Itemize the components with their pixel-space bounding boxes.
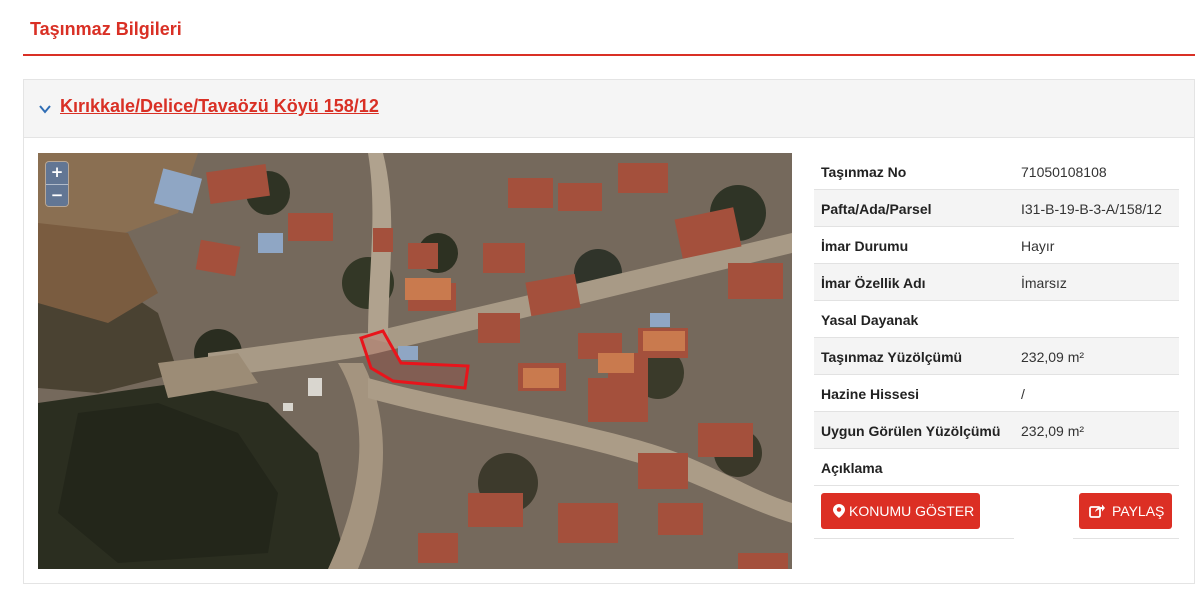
divider — [1073, 538, 1179, 539]
chevron-down-icon[interactable] — [38, 102, 52, 116]
map-marker-icon — [833, 504, 845, 518]
detail-row: Taşınmaz No 71050108108 — [814, 153, 1179, 190]
detail-row: Hazine Hissesi / — [814, 375, 1179, 412]
detail-value: İmarsız — [1021, 275, 1067, 291]
show-location-label: KONUMU GÖSTER — [849, 503, 975, 519]
detail-label: Açıklama — [821, 460, 883, 476]
section-title: Taşınmaz Bilgileri — [30, 19, 182, 39]
detail-label: Taşınmaz Yüzölçümü — [821, 349, 963, 365]
zoom-out-button[interactable]: − — [46, 184, 68, 206]
divider — [814, 538, 1014, 539]
detail-value: 232,09 m² — [1021, 423, 1085, 439]
detail-row: Açıklama — [814, 449, 1179, 486]
share-button[interactable]: PAYLAŞ — [1079, 493, 1172, 529]
detail-label: Pafta/Ada/Parsel — [821, 201, 932, 217]
parcel-details-table: Taşınmaz No 71050108108 Pafta/Ada/Parsel… — [814, 153, 1179, 486]
share-icon — [1089, 504, 1105, 518]
detail-value: 232,09 m² — [1021, 349, 1085, 365]
detail-value: I31-B-19-B-3-A/158/12 — [1021, 201, 1162, 217]
detail-label: Uygun Görülen Yüzölçümü — [821, 423, 1001, 439]
detail-label: Hazine Hissesi — [821, 386, 920, 402]
map-imagery — [38, 153, 792, 569]
section-header: Taşınmaz Bilgileri — [23, 0, 1195, 56]
zoom-in-button[interactable]: + — [46, 162, 68, 184]
detail-label: Yasal Dayanak — [821, 312, 919, 328]
satellite-map[interactable]: + − — [38, 153, 792, 569]
detail-row: Yasal Dayanak — [814, 301, 1179, 338]
detail-label: Taşınmaz No — [821, 164, 907, 180]
detail-row: Taşınmaz Yüzölçümü 232,09 m² — [814, 338, 1179, 375]
action-bar: KONUMU GÖSTER PAYLAŞ — [814, 492, 1179, 540]
detail-label: İmar Özellik Adı — [821, 275, 926, 291]
zoom-controls: + − — [46, 162, 68, 206]
show-location-button[interactable]: KONUMU GÖSTER — [821, 493, 980, 529]
parcel-address-link[interactable]: Kırıkkale/Delice/Tavaözü Köyü 158/12 — [60, 96, 379, 117]
detail-label: İmar Durumu — [821, 238, 909, 254]
detail-row: Pafta/Ada/Parsel I31-B-19-B-3-A/158/12 — [814, 190, 1179, 227]
detail-value: Hayır — [1021, 238, 1055, 254]
detail-row: İmar Özellik Adı İmarsız — [814, 264, 1179, 301]
share-label: PAYLAŞ — [1112, 503, 1165, 519]
parcel-panel: Kırıkkale/Delice/Tavaözü Köyü 158/12 + −… — [23, 79, 1195, 584]
detail-value: 71050108108 — [1021, 164, 1107, 180]
detail-row: Uygun Görülen Yüzölçümü 232,09 m² — [814, 412, 1179, 449]
detail-value: / — [1021, 386, 1025, 402]
panel-heading[interactable]: Kırıkkale/Delice/Tavaözü Köyü 158/12 — [24, 80, 1194, 138]
detail-row: İmar Durumu Hayır — [814, 227, 1179, 264]
